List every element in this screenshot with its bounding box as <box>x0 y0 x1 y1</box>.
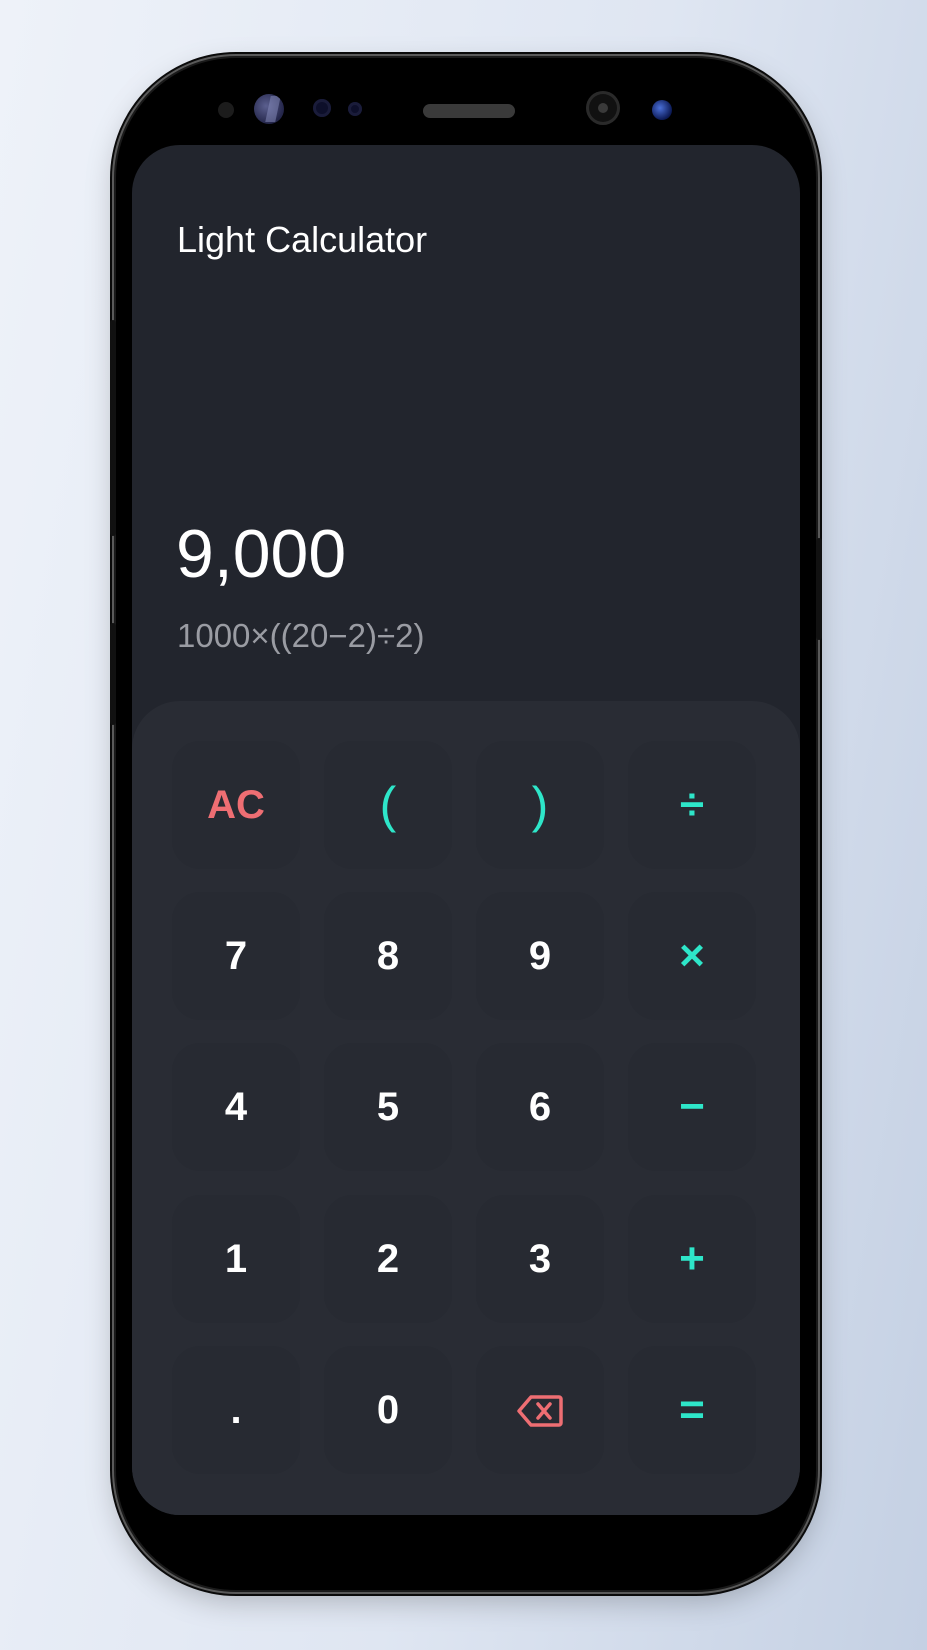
multiply-button[interactable]: × <box>628 892 756 1020</box>
subtract-label: − <box>679 1082 705 1131</box>
open-paren-label: ( <box>379 777 397 833</box>
front-camera <box>586 91 620 125</box>
open-paren-button[interactable]: ( <box>324 741 452 869</box>
expression-display: 1000×((20−2)÷2) <box>177 617 425 654</box>
divide-label: ÷ <box>679 780 705 829</box>
digit-4-label: 4 <box>224 1085 248 1129</box>
add-button[interactable]: + <box>628 1195 756 1323</box>
close-paren-label: ) <box>531 777 549 833</box>
iris-sensor <box>254 94 284 124</box>
multiply-label: × <box>679 931 705 980</box>
digit-2-label: 2 <box>376 1237 400 1281</box>
volume-button <box>110 623 116 725</box>
proximity-sensor <box>218 102 234 118</box>
result-display: 9,000 <box>176 516 347 592</box>
digit-5-label: 5 <box>376 1085 400 1129</box>
digit-1-label: 1 <box>224 1237 248 1281</box>
app-title: Light Calculator <box>177 219 428 260</box>
equals-label: = <box>679 1385 705 1434</box>
add-label: + <box>679 1234 705 1283</box>
digit-9-label: 9 <box>528 934 552 978</box>
digit-3-label: 3 <box>528 1237 552 1281</box>
bixby-button <box>110 320 116 536</box>
iris-camera <box>652 100 672 120</box>
digit-1-button[interactable]: 1 <box>172 1195 300 1323</box>
subtract-button[interactable]: − <box>628 1043 756 1171</box>
digit-5-button[interactable]: 5 <box>324 1043 452 1171</box>
digit-2-button[interactable]: 2 <box>324 1195 452 1323</box>
power-button <box>816 538 822 640</box>
clear-label: AC <box>207 783 265 827</box>
digit-6-label: 6 <box>528 1085 552 1129</box>
app-screen: Light Calculator 9,000 1000×((20−2)÷2) A… <box>132 145 800 1515</box>
light-sensor <box>313 99 331 117</box>
digit-6-button[interactable]: 6 <box>476 1043 604 1171</box>
digit-8-label: 8 <box>376 934 400 978</box>
phone-frame: Light Calculator 9,000 1000×((20−2)÷2) A… <box>110 58 822 1590</box>
backspace-button[interactable] <box>476 1346 604 1474</box>
digit-4-button[interactable]: 4 <box>172 1043 300 1171</box>
earpiece-speaker <box>423 104 515 118</box>
keypad: AC ( ) ÷ 7 8 9 × 4 5 6 − 1 2 3 + . 0 = <box>132 701 800 1515</box>
equals-button[interactable]: = <box>628 1346 756 1474</box>
decimal-label: . <box>230 1388 242 1432</box>
close-paren-button[interactable]: ) <box>476 741 604 869</box>
clear-button[interactable]: AC <box>172 741 300 869</box>
digit-0-label: 0 <box>376 1388 400 1432</box>
decimal-button[interactable]: . <box>172 1346 300 1474</box>
digit-9-button[interactable]: 9 <box>476 892 604 1020</box>
digit-3-button[interactable]: 3 <box>476 1195 604 1323</box>
backspace-icon <box>517 1393 563 1427</box>
led-sensor <box>348 102 362 116</box>
digit-8-button[interactable]: 8 <box>324 892 452 1020</box>
digit-0-button[interactable]: 0 <box>324 1346 452 1474</box>
digit-7-label: 7 <box>224 934 248 978</box>
digit-7-button[interactable]: 7 <box>172 892 300 1020</box>
divide-button[interactable]: ÷ <box>628 741 756 869</box>
